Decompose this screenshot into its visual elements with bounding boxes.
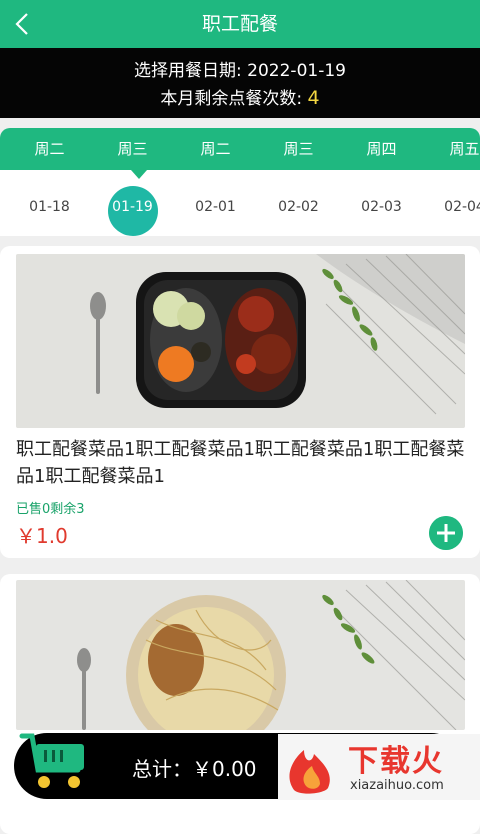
selected-date-line: 选择用餐日期: 2022-01-19 [0, 56, 480, 81]
top-bar: 职工配餐 [0, 0, 480, 48]
tab-weekday[interactable]: 周三 [257, 128, 340, 170]
date-text: 02-02 [278, 199, 319, 215]
remaining-label: 本月剩余点餐次数: [160, 89, 303, 109]
date-text: 02-03 [361, 199, 402, 215]
date-text: 01-19 [112, 199, 153, 215]
cart-total: 总计：￥0.00 [132, 757, 257, 781]
date-item[interactable]: 01-18 [8, 170, 91, 236]
flame-logo-icon [289, 750, 330, 794]
dish-stock: 已售0剩余3 [16, 502, 85, 517]
tab-weekday[interactable]: 周二 [8, 128, 91, 170]
tab-weekday[interactable]: 周五 [423, 128, 480, 170]
date-item-selected[interactable]: 01-19 [91, 170, 174, 236]
tab-weekday[interactable]: 周三 [91, 128, 174, 170]
shopping-cart-icon[interactable] [18, 730, 94, 792]
dish-image [16, 580, 465, 730]
date-item[interactable]: 02-03 [340, 170, 423, 236]
date-info-panel: 选择用餐日期: 2022-01-19 本月剩余点餐次数: 4 [0, 48, 480, 118]
date-value: 2022-01-19 [247, 61, 346, 81]
selected-tab-pointer [131, 170, 147, 179]
watermark-subtitle: xiazaihuo.com [350, 778, 444, 793]
tab-weekday[interactable]: 周二 [174, 128, 257, 170]
dish-price: ￥1.0 [16, 524, 68, 548]
remaining-orders-line: 本月剩余点餐次数: 4 [0, 84, 480, 109]
date-text: 01-18 [29, 199, 70, 215]
date-item[interactable]: 02-01 [174, 170, 257, 236]
dish-image [16, 254, 465, 428]
page-title: 职工配餐 [201, 13, 278, 35]
dish-name: 职工配餐菜品1职工配餐菜品1职工配餐菜品1职工配餐菜品1职工配餐菜品1 [16, 439, 465, 487]
date-label: 选择用餐日期: [134, 61, 242, 81]
date-text: 02-01 [195, 199, 236, 215]
watermark-logo: 下载火 xiazaihuo.com [278, 734, 480, 800]
date-selector: 01-18 01-19 02-01 02-02 02-03 02-04 [0, 170, 480, 236]
tab-weekday[interactable]: 周四 [340, 128, 423, 170]
weekday-tab-bar: 周二 周三 周二 周三 周四 周五 [0, 128, 480, 170]
date-item[interactable]: 02-02 [257, 170, 340, 236]
watermark-title: 下载火 [348, 744, 444, 779]
dish-card[interactable]: 职工配餐菜品1职工配餐菜品1职工配餐菜品1职工配餐菜品1职工配餐菜品1 已售0剩… [0, 246, 480, 558]
date-item[interactable]: 02-04 [423, 170, 480, 236]
add-to-cart-button[interactable] [429, 516, 463, 550]
date-text: 02-04 [444, 199, 480, 215]
remaining-count: 4 [307, 87, 320, 109]
